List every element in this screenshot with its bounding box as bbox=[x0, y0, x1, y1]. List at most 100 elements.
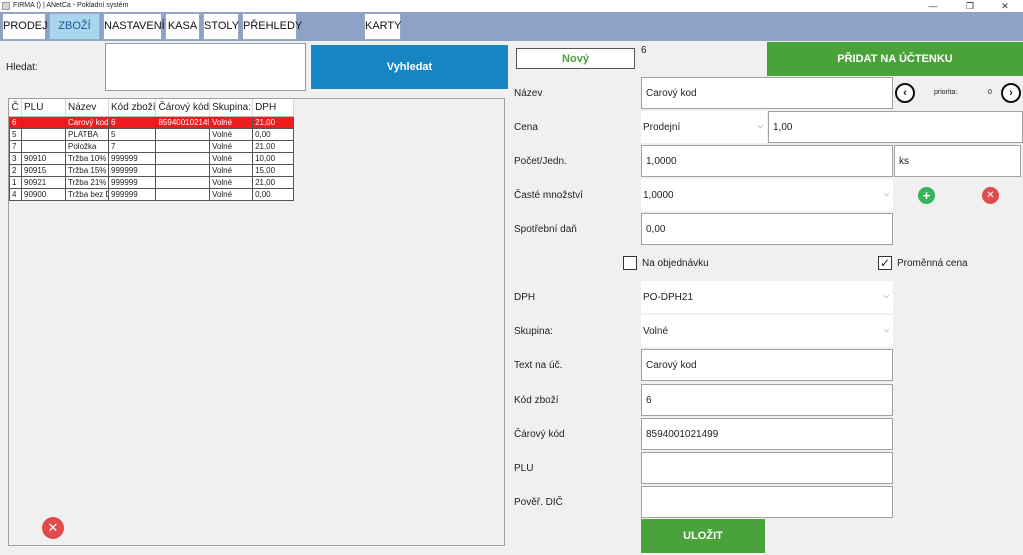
table-cell: 1 bbox=[9, 175, 22, 189]
table-row[interactable]: 6Carový kod68594001021499Volné21,00 bbox=[9, 115, 295, 129]
table-cell bbox=[155, 139, 211, 153]
price-field[interactable]: 1,00 bbox=[768, 111, 1023, 143]
price-label: Cena bbox=[514, 122, 538, 133]
col-header[interactable]: DPH bbox=[252, 99, 295, 117]
excise-field[interactable]: 0,00 bbox=[641, 213, 893, 245]
add-icon[interactable]: + bbox=[918, 187, 935, 204]
table-cell: Volné bbox=[209, 127, 254, 141]
tab-kasa[interactable]: KASA bbox=[165, 13, 200, 40]
table-cell: 90915 bbox=[21, 163, 66, 177]
col-header[interactable]: Skupina: bbox=[209, 99, 254, 117]
col-header[interactable]: Kód zboží bbox=[108, 99, 157, 117]
price-type-value: Prodejní bbox=[643, 121, 681, 133]
table-cell bbox=[155, 151, 211, 165]
col-header[interactable]: Název bbox=[65, 99, 109, 117]
frequent-quantity-value: 1,0000 bbox=[643, 189, 674, 201]
save-button[interactable]: ULOŽIT bbox=[641, 519, 765, 553]
table-cell: PLATBA bbox=[65, 127, 109, 141]
close-icon[interactable]: ✕ bbox=[990, 0, 1020, 12]
receipt-text-field[interactable]: Carový kod bbox=[641, 349, 893, 381]
restore-icon[interactable]: ❐ bbox=[955, 0, 985, 12]
table-row[interactable]: 5 PLATBA 5 Volné 0,00 bbox=[9, 127, 295, 141]
tax-id-field[interactable] bbox=[641, 486, 893, 518]
table-cell: 6 bbox=[107, 115, 157, 129]
barcode-field[interactable]: 8594001021499 bbox=[641, 418, 893, 450]
vat-value: PO-DPH21 bbox=[643, 291, 694, 303]
vat-select[interactable]: PO-DPH21 ⌵ bbox=[641, 281, 893, 313]
col-header[interactable]: Čárový kód bbox=[155, 99, 211, 117]
table-cell bbox=[155, 163, 211, 177]
table-cell: 10,00 bbox=[252, 151, 295, 165]
chevron-down-icon: ⌵ bbox=[883, 293, 889, 300]
table-cell bbox=[155, 127, 211, 141]
table-cell: 90921 bbox=[21, 175, 66, 189]
next-arrow-icon[interactable]: › bbox=[1001, 83, 1021, 103]
table-cell: Volné bbox=[209, 151, 254, 165]
table-cell: 5 bbox=[107, 127, 157, 141]
table-row[interactable]: 3 90910 Tržba 10% 999999 Volné 10,00 bbox=[9, 151, 295, 165]
plu-label: PLU bbox=[514, 463, 534, 474]
price-type-select[interactable]: Prodejní ⌵ bbox=[641, 111, 767, 143]
quantity-label: Počet/Jedn. bbox=[514, 156, 567, 167]
col-header[interactable]: PLU bbox=[21, 99, 66, 117]
tab-prodej[interactable]: PRODEJ bbox=[2, 13, 48, 40]
plu-field[interactable] bbox=[641, 452, 893, 484]
minimize-icon[interactable]: — bbox=[918, 0, 948, 12]
items-table: Č PLU Název Kód zboží Čárový kód Skupina… bbox=[8, 98, 505, 546]
table-cell: 21,00 bbox=[252, 115, 295, 129]
table-cell: Tržba 10% bbox=[65, 151, 109, 165]
frequent-quantity-select[interactable]: 1,0000 ⌵ bbox=[641, 179, 893, 211]
group-select[interactable]: Volné ⌵ bbox=[641, 315, 893, 347]
tab-stoly[interactable]: STOLY bbox=[203, 13, 239, 40]
table-cell: 8594001021499 bbox=[155, 115, 211, 129]
tab-zbozi[interactable]: ZBOŽÍ bbox=[49, 13, 100, 40]
table-cell: Volné bbox=[209, 115, 254, 129]
table-row[interactable]: 490900Tržba bez DPH999999 Volné0,00 bbox=[9, 187, 295, 201]
name-label: Název bbox=[514, 88, 543, 99]
table-row[interactable]: 2 90915 Tržba 15% 999999 Volné 15,00 bbox=[9, 163, 295, 177]
table-cell: 7 bbox=[9, 139, 22, 153]
items-grid: Č PLU Název Kód zboží Čárový kód Skupina… bbox=[9, 99, 295, 201]
table-cell: Volné bbox=[209, 139, 254, 153]
variable-price-checkbox[interactable]: ✓ bbox=[878, 256, 892, 270]
search-button[interactable]: Vyhledat bbox=[311, 45, 508, 89]
unit-field[interactable]: ks bbox=[894, 145, 1021, 177]
app-icon bbox=[2, 2, 10, 10]
table-cell: 6 bbox=[9, 115, 22, 129]
table-cell bbox=[21, 115, 66, 129]
table-cell: 21,00 bbox=[252, 139, 295, 153]
remove-icon[interactable]: ✕ bbox=[982, 187, 999, 204]
table-row[interactable]: 7 Položka 7 Volné 21,00 bbox=[9, 139, 295, 153]
table-cell: 0,00 bbox=[252, 187, 295, 201]
new-button[interactable]: Nový bbox=[516, 48, 635, 69]
table-cell: 999999 bbox=[107, 175, 157, 189]
name-field[interactable]: Carový kod bbox=[641, 77, 893, 109]
quantity-field[interactable]: 1,0000 bbox=[641, 145, 893, 177]
item-code-field[interactable]: 6 bbox=[641, 384, 893, 416]
window-title: FIRMA () | ANetCa - Pokladní systém bbox=[13, 2, 129, 9]
barcode-label: Čárový kód bbox=[514, 429, 565, 440]
table-cell: Carový kod bbox=[65, 115, 109, 129]
table-cell bbox=[21, 127, 66, 141]
chevron-down-icon: ⌵ bbox=[883, 191, 889, 198]
on-order-label: Na objednávku bbox=[642, 258, 709, 269]
previous-arrow-icon[interactable]: ‹ bbox=[895, 83, 915, 103]
table-row[interactable]: 1 90921 Tržba 21% 999999 Volné 21,00 bbox=[9, 175, 295, 189]
priority-value: 0 bbox=[988, 89, 992, 96]
tab-prehledy[interactable]: PŘEHLEDY bbox=[242, 13, 302, 40]
frequent-quantity-label: Časté množství bbox=[514, 190, 583, 201]
variable-price-label: Proměnná cena bbox=[897, 258, 968, 269]
record-number: 6 bbox=[641, 45, 647, 56]
col-header[interactable]: Č bbox=[9, 99, 22, 117]
add-to-receipt-button[interactable]: PŘIDAT NA ÚČTENKU bbox=[767, 42, 1023, 76]
table-cell: 999999 bbox=[107, 163, 157, 177]
tab-karty[interactable]: KARTY bbox=[364, 13, 401, 40]
table-cell: 90910 bbox=[21, 151, 66, 165]
delete-item-icon[interactable]: ✕ bbox=[42, 517, 64, 539]
tab-nastaveni[interactable]: NASTAVENÍ bbox=[103, 13, 165, 40]
table-cell: 7 bbox=[107, 139, 157, 153]
table-cell: 2 bbox=[9, 163, 22, 177]
table-cell: Tržba bez DPH bbox=[65, 187, 109, 201]
search-input[interactable] bbox=[105, 43, 306, 91]
on-order-checkbox[interactable] bbox=[623, 256, 637, 270]
